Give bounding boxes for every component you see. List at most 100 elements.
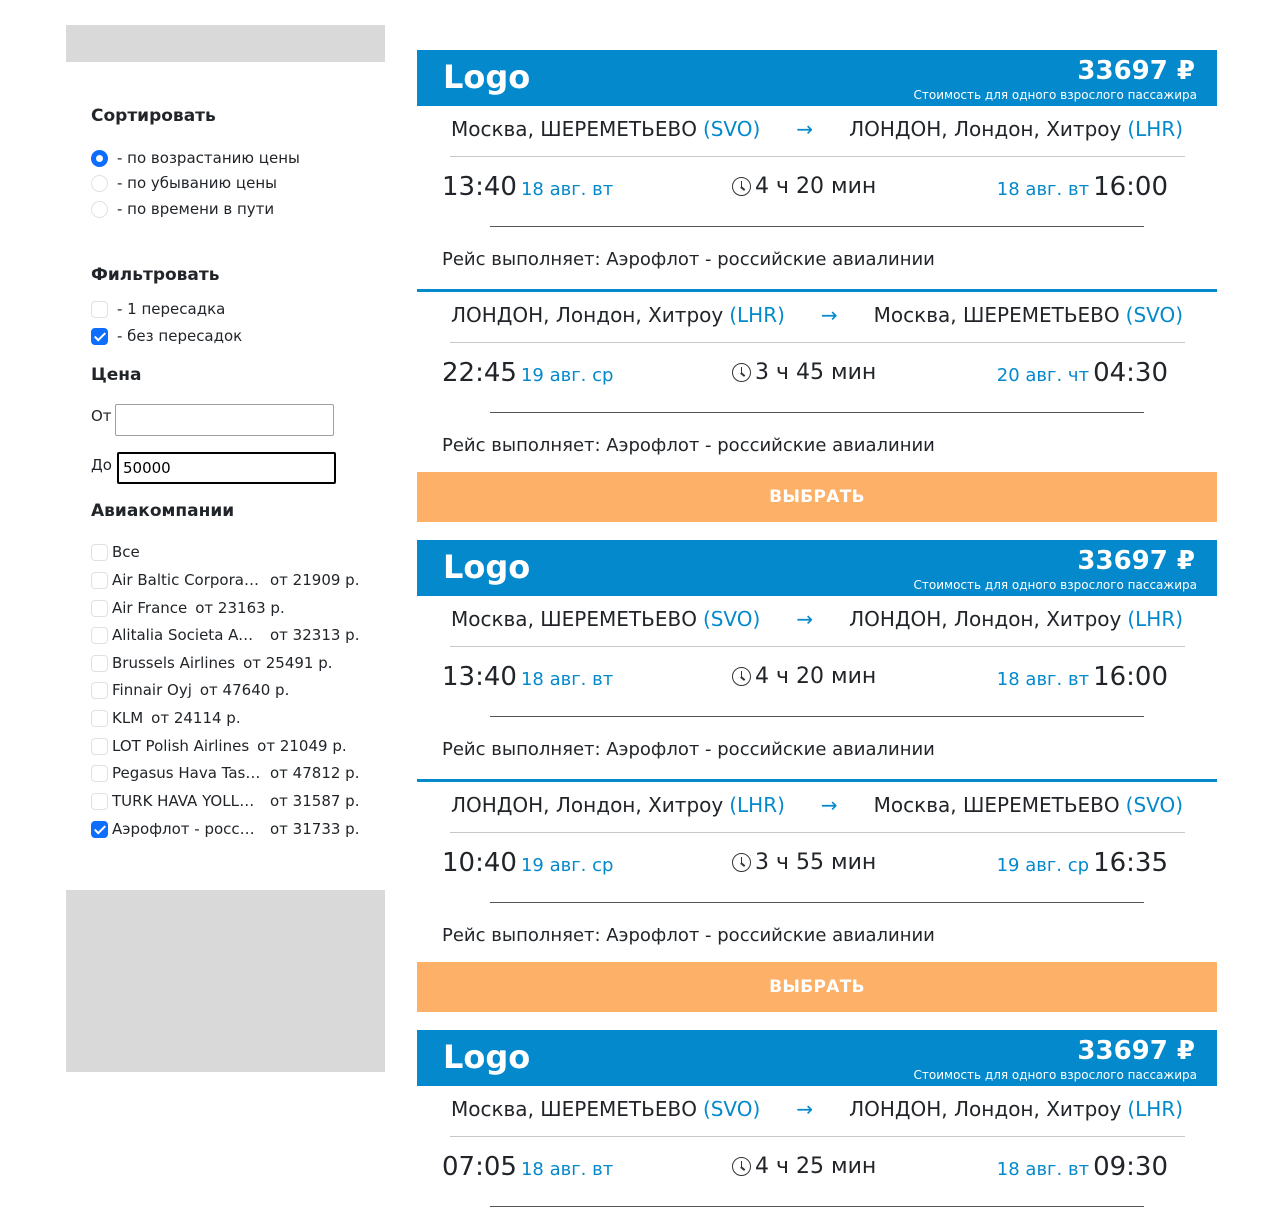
airline-min-price: от 21909 р. (270, 571, 360, 589)
radio-button[interactable] (91, 149, 108, 167)
departure: 07:05 18 авг. вт (442, 1152, 613, 1182)
airline-min-price: от 21049 р. (257, 737, 347, 755)
filter-option-one-stop[interactable]: - 1 пересадка (91, 299, 225, 319)
flight-times: 13:40 18 авг. вт 4 ч 20 мин 18 авг. вт 16:00 (442, 172, 1168, 208)
airline-min-price: от 24114 р. (151, 709, 241, 727)
checkbox[interactable] (91, 820, 108, 838)
price-note: Стоимость для одного взрослого пассажира (913, 578, 1197, 592)
arrow-right-icon: → (820, 793, 838, 817)
flight-leg: ЛОНДОН, Лондон, Хитроу (LHR) → Москва, ШЕРЕ… (417, 289, 1217, 472)
flight-times: 22:45 19 авг. ср 3 ч 45 мин 20 авг. чт 04:30 (442, 358, 1168, 394)
airline-option[interactable]: Air Baltic Corporation от 21909 р. (91, 570, 359, 590)
checkbox[interactable] (91, 626, 108, 644)
route: Москва, ШЕРЕМЕТЬЕВО (SVO) → ЛОНДОН, Лондон,… (417, 1097, 1217, 1121)
flight-times: 10:40 19 авг. ср 3 ч 55 мин 19 авг. ср 16:35 (442, 848, 1168, 884)
destination-city: Москва, ШЕРЕМЕТЬЕВО (873, 793, 1120, 817)
select-flight-button[interactable]: ВЫБРАТЬ (417, 962, 1217, 1012)
airline-option[interactable]: KLM от 24114 р. (91, 708, 241, 728)
origin-city: ЛОНДОН, Лондон, Хитроу (450, 793, 724, 817)
checkbox[interactable] (91, 543, 108, 561)
sort-option-price-desc[interactable]: - по убыванию цены (91, 173, 277, 193)
duration: 4 ч 25 мин (732, 1154, 876, 1179)
arrival-date: 18 авг. вт (996, 179, 1090, 200)
ad-banner-bottom (66, 890, 385, 1072)
airline-option[interactable]: Finnair Oyj от 47640 р. (91, 680, 289, 700)
sort-title: Сортировать (91, 106, 216, 126)
airline-option[interactable]: Brussels Airlines от 25491 р. (91, 653, 333, 673)
clock-icon (732, 667, 751, 686)
airline-option[interactable]: LOT Polish Airlines от 21049 р. (91, 736, 347, 756)
flight-times: 13:40 18 авг. вт 4 ч 20 мин 18 авг. вт 16:00 (442, 662, 1168, 698)
departure: 13:40 18 авг. вт (442, 662, 613, 692)
checkbox[interactable] (91, 327, 108, 345)
airline-option[interactable]: Все (91, 542, 140, 562)
divider (450, 342, 1185, 343)
ticket-price: 33697 ₽ (1077, 56, 1195, 86)
duration-text: 3 ч 45 мин (755, 360, 877, 385)
route: Москва, ШЕРЕМЕТЬЕВО (SVO) → ЛОНДОН, Лондон,… (417, 607, 1217, 631)
departure-time: 13:40 (442, 172, 517, 202)
arrow-right-icon: → (796, 117, 814, 141)
departure: 13:40 18 авг. вт (442, 172, 613, 202)
divider (490, 902, 1144, 903)
origin-city: Москва, ШЕРЕМЕТЬЕВО (450, 1097, 697, 1121)
arrival: 18 авг. вт 16:00 (997, 662, 1168, 692)
filter-option-nonstop[interactable]: - без пересадок (91, 326, 242, 346)
departure-time: 13:40 (442, 662, 517, 692)
airline-option[interactable]: Аэрофлот - российские авиалинии от 31733 … (91, 819, 359, 839)
checkbox[interactable] (91, 300, 108, 318)
duration: 4 ч 20 мин (732, 174, 876, 199)
airline-logo: Logo (443, 548, 531, 586)
airline-name: Alitalia Societa Aerea Italiana (112, 626, 262, 644)
checkbox[interactable] (91, 737, 108, 755)
destination-code: (LHR) (1127, 1097, 1184, 1121)
arrival-time: 04:30 (1093, 358, 1168, 388)
radio-button[interactable] (91, 174, 108, 192)
sort-option-price-asc[interactable]: - по возрастанию цены (91, 148, 300, 168)
airline-min-price: от 31733 р. (270, 820, 360, 838)
flight-leg: Москва, ШЕРЕМЕТЬЕВО (SVO) → ЛОНДОН, Лондон,… (417, 106, 1217, 289)
departure-date: 19 авг. ср (520, 855, 614, 876)
airline-option[interactable]: Alitalia Societa Aerea Italiana от 32313 … (91, 625, 359, 645)
airline-name: Air France (112, 599, 188, 617)
radio-button[interactable] (91, 200, 108, 218)
checkbox[interactable] (91, 654, 108, 672)
checkbox[interactable] (91, 764, 108, 782)
airline-name: Все (112, 543, 140, 561)
operator-text: Рейс выполняет: Аэрофлот - российские ав… (442, 435, 935, 456)
airline-option[interactable]: Pegasus Hava Tasimaciligi от 47812 р. (91, 763, 359, 783)
price-to-input[interactable] (117, 452, 336, 484)
checkbox[interactable] (91, 571, 108, 589)
divider (490, 412, 1144, 413)
filter-option-label: - 1 пересадка (117, 300, 226, 318)
arrival: 18 авг. вт 16:00 (997, 172, 1168, 202)
airlines-title: Авиакомпании (91, 501, 235, 521)
destination-city: ЛОНДОН, Лондон, Хитроу (849, 607, 1122, 631)
operator-text: Рейс выполняет: Аэрофлот - российские ав… (442, 925, 935, 946)
divider (450, 646, 1185, 647)
checkbox[interactable] (91, 599, 108, 617)
filter-option-label: - без пересадок (117, 327, 243, 345)
divider (490, 716, 1144, 717)
airline-option[interactable]: TURK HAVA YOLLARI от 31587 р. (91, 791, 359, 811)
airline-min-price: от 25491 р. (243, 654, 333, 672)
checkbox[interactable] (91, 792, 108, 810)
destination-city: ЛОНДОН, Лондон, Хитроу (849, 117, 1122, 141)
destination-code: (LHR) (1127, 607, 1184, 631)
ad-banner-top (66, 25, 385, 62)
airline-option[interactable]: Air France от 23163 р. (91, 598, 285, 618)
destination-code: (SVO) (1125, 303, 1184, 327)
flight-card: Logo 33697 ₽ Стоимость для одного взрослог… (417, 50, 1217, 522)
checkbox[interactable] (91, 681, 108, 699)
divider (490, 1206, 1144, 1207)
checkbox[interactable] (91, 709, 108, 727)
duration-text: 4 ч 25 мин (755, 1154, 877, 1179)
sort-option-duration[interactable]: - по времени в пути (91, 199, 274, 219)
airline-name: Pegasus Hava Tasimaciligi (112, 764, 262, 782)
clock-icon (732, 363, 751, 382)
price-from-input[interactable] (115, 404, 334, 436)
select-flight-button[interactable]: ВЫБРАТЬ (417, 472, 1217, 522)
arrival-date: 20 авг. чт (996, 365, 1090, 386)
price-from-label: От (91, 407, 112, 425)
duration-text: 4 ч 20 мин (755, 174, 877, 199)
